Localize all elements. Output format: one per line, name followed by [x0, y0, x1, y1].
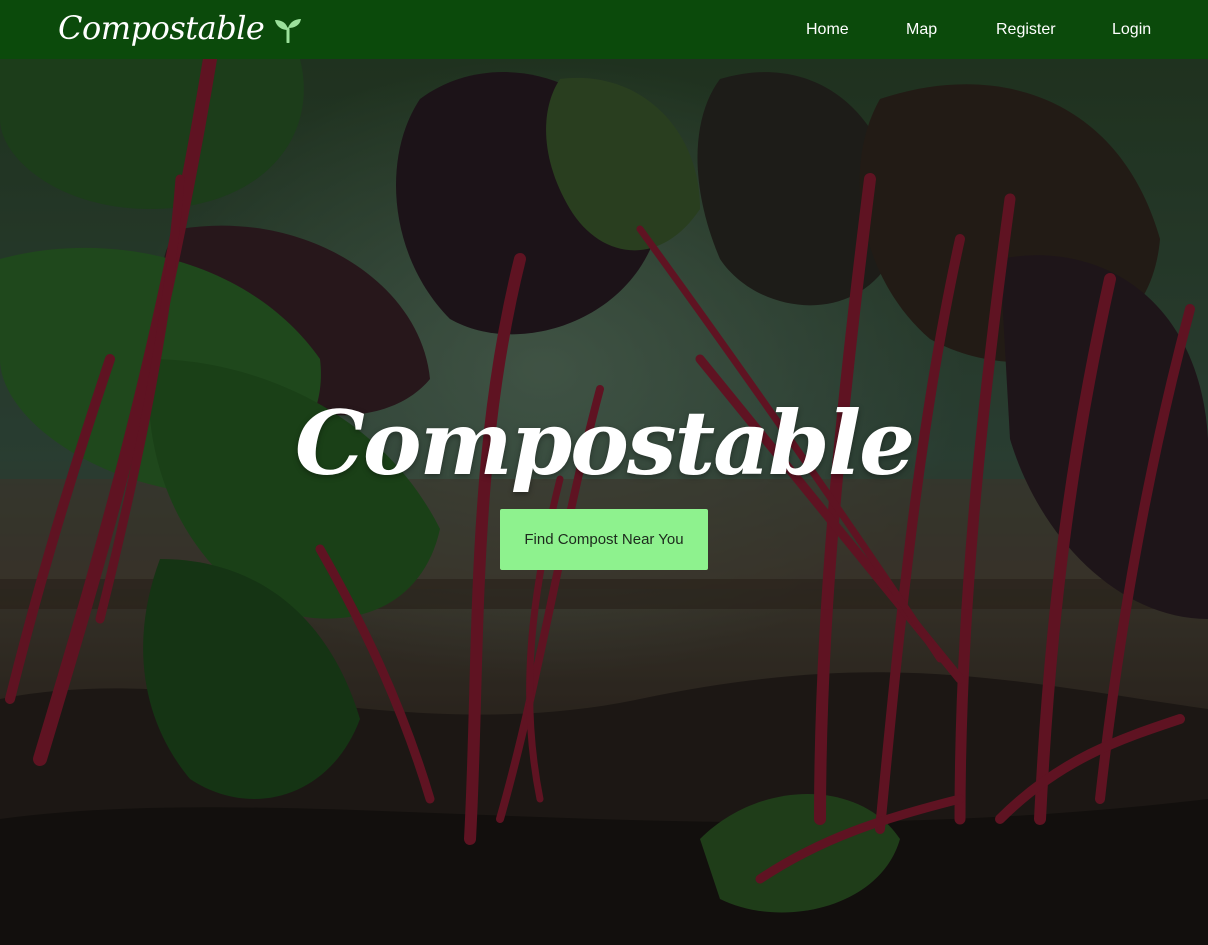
nav-register-link[interactable]: Register: [996, 20, 1056, 40]
nav-login-link[interactable]: Login: [1112, 20, 1151, 40]
hero-title: Compostable: [294, 390, 915, 495]
nav-map-link[interactable]: Map: [906, 20, 937, 40]
sprout-icon: [275, 19, 302, 43]
nav-home-link[interactable]: Home: [806, 20, 849, 40]
navbar: Compostable Home Map Register Login: [0, 0, 1208, 59]
find-compost-button[interactable]: Find Compost Near You: [500, 509, 708, 570]
hero-overlay: [0, 59, 1208, 945]
brand-logo[interactable]: Compostable: [58, 8, 302, 48]
hero-section: Compostable Find Compost Near You: [0, 59, 1208, 945]
brand-name: Compostable: [58, 9, 265, 47]
landing-page: Compostable Home Map Register Login Comp…: [0, 0, 1208, 945]
